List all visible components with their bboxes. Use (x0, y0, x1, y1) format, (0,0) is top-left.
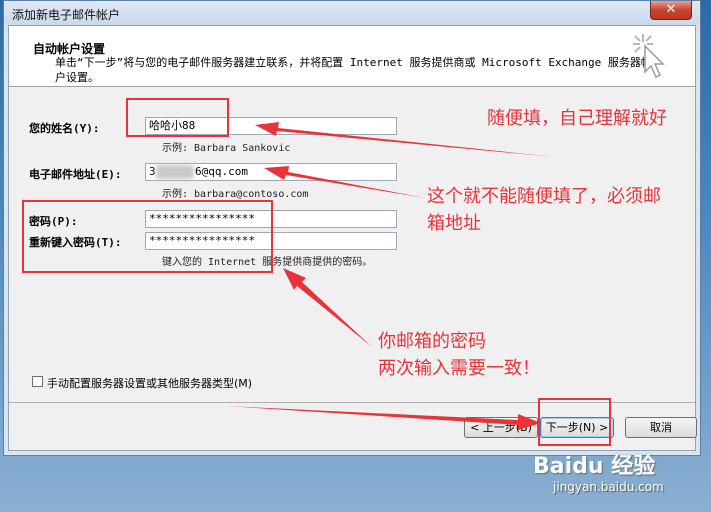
back-button[interactable]: < 上一步(B) (464, 417, 538, 438)
window-title: 添加新电子邮件帐户 (12, 8, 121, 22)
close-button[interactable]: ✕ (650, 1, 692, 20)
email-value-suffix: 6@qq.com (195, 165, 248, 178)
password-highlight-box (22, 200, 273, 273)
email-annotation-line1: 这个就不能随便填了，必须邮 (427, 186, 661, 207)
dialog-header: 自动帐户设置 单击“下一步”将与您的电子邮件服务器建立联系，并将配置 Inter… (9, 26, 695, 87)
password-annotation-line2: 两次输入需要一致！ (378, 358, 540, 379)
manual-config-checkbox[interactable] (32, 376, 43, 387)
password-annotation-line1: 你邮箱的密码 (378, 331, 486, 352)
redacted-region (156, 165, 194, 179)
name-hint: 示例: Barbara Sankovic (162, 143, 291, 154)
next-button-highlight-box (538, 398, 611, 446)
email-hint: 示例: barbara@contoso.com (162, 189, 309, 200)
name-annotation: 随便填，自己理解就好 (487, 108, 667, 129)
email-input[interactable]: 3 6@qq.com (145, 163, 397, 181)
name-label: 您的姓名(Y): (29, 122, 100, 135)
cancel-button[interactable]: 取消 (625, 417, 697, 438)
page-description: 单击“下一步”将与您的电子邮件服务器建立联系，并将配置 Internet 服务提… (55, 56, 652, 84)
email-annotation-line2: 箱地址 (427, 213, 481, 234)
watermark-url: jingyan.baidu.com (553, 480, 664, 494)
baidu-jingyan-logo: Baidu 经验 (533, 454, 656, 479)
email-label: 电子邮件地址(E): (29, 168, 122, 181)
wand-cursor-icon (633, 34, 665, 79)
name-highlight-box (126, 98, 229, 137)
email-value-prefix: 3 (149, 165, 156, 178)
manual-config-label[interactable]: 手动配置服务器设置或其他服务器类型(M) (47, 375, 252, 391)
title-bar[interactable]: 添加新电子邮件帐户 ✕ (4, 1, 700, 25)
